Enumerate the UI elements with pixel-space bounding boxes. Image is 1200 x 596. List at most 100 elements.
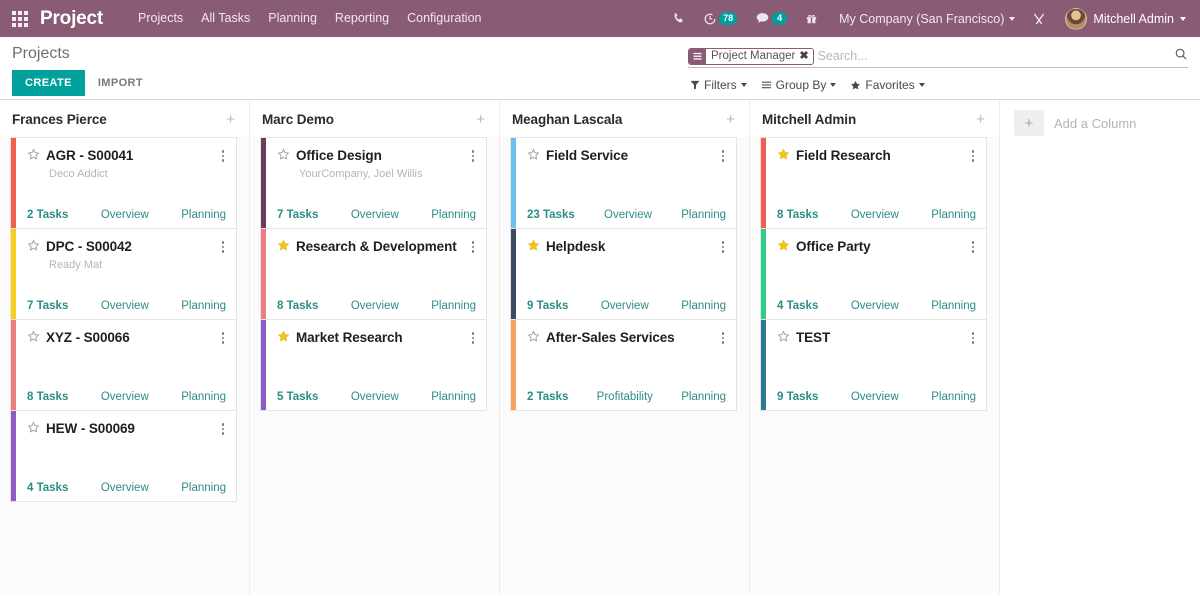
company-switcher[interactable]: My Company (San Francisco) bbox=[827, 12, 1023, 26]
card-overview-link[interactable]: Overview bbox=[818, 300, 931, 312]
card-overview-link[interactable]: Overview bbox=[568, 300, 681, 312]
card-planning-link[interactable]: Planning bbox=[681, 391, 726, 403]
card-planning-link[interactable]: Planning bbox=[431, 300, 476, 312]
card-planning-link[interactable]: Planning bbox=[931, 209, 976, 221]
kanban-card[interactable]: AGR - S00041Deco Addict2 TasksOverviewPl… bbox=[11, 137, 236, 228]
kanban-card[interactable]: Helpdesk 9 TasksOverviewPlanning bbox=[511, 228, 736, 319]
card-menu-kebab-icon[interactable] bbox=[216, 420, 227, 435]
card-tasks-link[interactable]: 5 Tasks bbox=[277, 391, 318, 403]
menu-item-configuration[interactable]: Configuration bbox=[398, 0, 490, 37]
group-by-dropdown[interactable]: Group By bbox=[761, 78, 837, 92]
star-outline-icon[interactable] bbox=[27, 239, 40, 252]
debug-tools-button[interactable] bbox=[1023, 0, 1055, 37]
kanban-card[interactable]: HEW - S000694 TasksOverviewPlanning bbox=[11, 410, 236, 501]
menu-item-all-tasks[interactable]: All Tasks bbox=[192, 0, 259, 37]
card-tasks-link[interactable]: 8 Tasks bbox=[277, 300, 318, 312]
search-icon[interactable] bbox=[1174, 47, 1188, 66]
card-overview-link[interactable]: Overview bbox=[318, 391, 431, 403]
card-title[interactable]: XYZ - S00066 bbox=[46, 329, 210, 346]
star-outline-icon[interactable] bbox=[777, 330, 790, 343]
add-column-plus-icon[interactable]: + bbox=[1014, 110, 1044, 136]
menu-item-planning[interactable]: Planning bbox=[259, 0, 326, 37]
kanban-card[interactable]: Office DesignYourCompany, Joel Willis7 T… bbox=[261, 137, 486, 228]
star-filled-icon[interactable] bbox=[777, 239, 790, 252]
card-tasks-link[interactable]: 23 Tasks bbox=[527, 209, 575, 221]
card-planning-link[interactable]: Planning bbox=[931, 300, 976, 312]
card-menu-kebab-icon[interactable] bbox=[466, 329, 477, 344]
kanban-column-title[interactable]: Marc Demo bbox=[262, 112, 334, 127]
kanban-card[interactable]: XYZ - S000668 TasksOverviewPlanning bbox=[11, 319, 236, 410]
add-card-plus-icon[interactable]: + bbox=[474, 115, 487, 125]
card-tasks-link[interactable]: 9 Tasks bbox=[527, 300, 568, 312]
star-filled-icon[interactable] bbox=[277, 239, 290, 252]
user-menu[interactable]: Mitchell Admin bbox=[1055, 8, 1190, 30]
card-tasks-link[interactable]: 4 Tasks bbox=[27, 482, 68, 494]
card-overview-link[interactable]: Overview bbox=[68, 300, 181, 312]
card-title[interactable]: DPC - S00042 bbox=[46, 238, 210, 255]
card-overview-link[interactable]: Overview bbox=[818, 209, 931, 221]
kanban-card[interactable]: Field Research8 TasksOverviewPlanning bbox=[761, 137, 986, 228]
card-title[interactable]: Office Party bbox=[796, 238, 960, 255]
card-menu-kebab-icon[interactable] bbox=[716, 329, 727, 344]
filters-dropdown[interactable]: Filters bbox=[690, 78, 747, 92]
apps-menu-button[interactable] bbox=[0, 0, 40, 37]
card-title[interactable]: After-Sales Services bbox=[546, 329, 710, 346]
card-menu-kebab-icon[interactable] bbox=[966, 329, 977, 344]
card-overview-link[interactable]: Overview bbox=[818, 391, 931, 403]
card-title[interactable]: Helpdesk bbox=[546, 238, 710, 255]
card-planning-link[interactable]: Planning bbox=[931, 391, 976, 403]
create-button[interactable]: CREATE bbox=[12, 70, 85, 96]
card-planning-link[interactable]: Planning bbox=[181, 482, 226, 494]
menu-item-projects[interactable]: Projects bbox=[129, 0, 192, 37]
card-menu-kebab-icon[interactable] bbox=[216, 329, 227, 344]
card-title[interactable]: AGR - S00041 bbox=[46, 147, 210, 164]
kanban-card[interactable]: Market Research5 TasksOverviewPlanning bbox=[261, 319, 486, 410]
card-menu-kebab-icon[interactable] bbox=[466, 147, 477, 162]
card-menu-kebab-icon[interactable] bbox=[966, 147, 977, 162]
card-overview-link[interactable]: Overview bbox=[68, 209, 181, 221]
card-title[interactable]: Research & Development bbox=[296, 238, 460, 255]
card-menu-kebab-icon[interactable] bbox=[966, 238, 977, 253]
import-button[interactable]: IMPORT bbox=[95, 70, 146, 96]
card-planning-link[interactable]: Planning bbox=[431, 209, 476, 221]
card-overview-link[interactable]: Overview bbox=[318, 300, 431, 312]
card-planning-link[interactable]: Planning bbox=[431, 391, 476, 403]
card-tasks-link[interactable]: 2 Tasks bbox=[527, 391, 568, 403]
search-bar[interactable]: Project Manager ✖ bbox=[688, 45, 1188, 68]
star-outline-icon[interactable] bbox=[27, 148, 40, 161]
kanban-column-title[interactable]: Meaghan Lascala bbox=[512, 112, 622, 127]
card-menu-kebab-icon[interactable] bbox=[716, 147, 727, 162]
add-card-plus-icon[interactable]: + bbox=[974, 115, 987, 125]
card-overview-link[interactable]: Overview bbox=[318, 209, 431, 221]
card-menu-kebab-icon[interactable] bbox=[716, 238, 727, 253]
kanban-column-title[interactable]: Mitchell Admin bbox=[762, 112, 856, 127]
card-title[interactable]: Office Design bbox=[296, 147, 460, 164]
card-tasks-link[interactable]: 7 Tasks bbox=[27, 300, 68, 312]
star-filled-icon[interactable] bbox=[527, 239, 540, 252]
add-card-plus-icon[interactable]: + bbox=[224, 115, 237, 125]
card-overview-link[interactable]: Overview bbox=[68, 482, 181, 494]
kanban-card[interactable]: After-Sales Services2 TasksProfitability… bbox=[511, 319, 736, 410]
card-planning-link[interactable]: Planning bbox=[181, 209, 226, 221]
card-planning-link[interactable]: Planning bbox=[181, 300, 226, 312]
messaging-button[interactable]: 4 bbox=[746, 0, 796, 37]
card-planning-link[interactable]: Planning bbox=[681, 209, 726, 221]
card-tasks-link[interactable]: 8 Tasks bbox=[27, 391, 68, 403]
card-menu-kebab-icon[interactable] bbox=[216, 147, 227, 162]
card-menu-kebab-icon[interactable] bbox=[466, 238, 477, 253]
search-input[interactable] bbox=[818, 47, 1166, 65]
kanban-card[interactable]: Office Party4 TasksOverviewPlanning bbox=[761, 228, 986, 319]
phone-button[interactable] bbox=[663, 0, 694, 37]
card-planning-link[interactable]: Planning bbox=[681, 300, 726, 312]
search-facet-remove-icon[interactable]: ✖ bbox=[799, 49, 812, 63]
search-facet-project-manager[interactable]: Project Manager ✖ bbox=[688, 48, 814, 65]
kanban-card[interactable]: Field Service23 TasksOverviewPlanning bbox=[511, 137, 736, 228]
favorites-dropdown[interactable]: Favorites bbox=[850, 78, 924, 92]
kanban-column-title[interactable]: Frances Pierce bbox=[12, 112, 107, 127]
kanban-card[interactable]: TEST9 TasksOverviewPlanning bbox=[761, 319, 986, 410]
card-tasks-link[interactable]: 7 Tasks bbox=[277, 209, 318, 221]
card-title[interactable]: Field Service bbox=[546, 147, 710, 164]
card-title[interactable]: Field Research bbox=[796, 147, 960, 164]
star-filled-icon[interactable] bbox=[777, 148, 790, 161]
card-overview-link[interactable]: Overview bbox=[68, 391, 181, 403]
